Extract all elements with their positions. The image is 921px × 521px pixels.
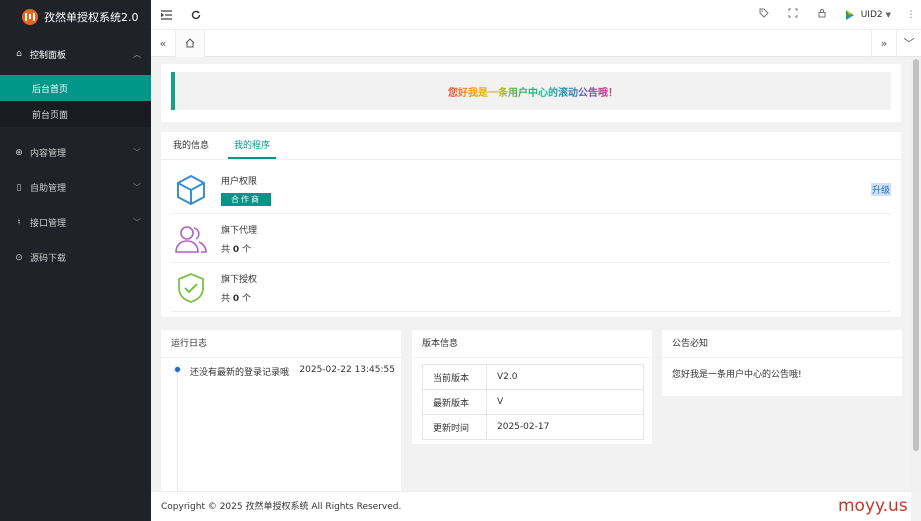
announcement-text: 您好我是一条用户中心的公告哦! <box>672 370 802 380</box>
lock-icon[interactable] <box>808 8 837 21</box>
sidebar-group-api[interactable]: ♮ 接口管理 ﹀ <box>0 205 151 240</box>
upgrade-link[interactable]: 升级 <box>870 183 891 196</box>
double-chevron-left-icon: « <box>159 36 167 50</box>
announcement-card-title: 公告必知 <box>662 330 902 358</box>
table-row: 最新版本 V <box>422 389 644 415</box>
agents-count: 共 0 个 <box>221 244 252 255</box>
download-icon: ⊙ <box>15 252 23 263</box>
timeline-line <box>177 366 178 506</box>
refresh-icon <box>191 10 201 19</box>
scrolling-notice: 您好我是一条用户中心的滚动公告哦！ <box>171 72 891 110</box>
caret-down-icon: ▼ <box>885 10 891 19</box>
tabs-scroll-left-button[interactable]: « <box>151 29 176 57</box>
agents-title: 旗下代理 <box>221 225 258 236</box>
version-card: 版本信息 当前版本 V2.0 最新版本 V 更新时间 2025-02-17 <box>412 330 652 444</box>
list-item-sub-agents: 旗下代理 共 0 个 <box>171 215 891 263</box>
more-vertical-icon[interactable]: ⋮ <box>901 10 921 20</box>
tab-home[interactable] <box>176 29 205 57</box>
chevron-down-icon: ﹀ <box>133 148 141 157</box>
watermark: moyy.us <box>838 496 908 516</box>
tabs-scroll-right-button[interactable]: » <box>871 29 896 57</box>
version-table: 当前版本 V2.0 最新版本 V 更新时间 2025-02-17 <box>422 364 644 440</box>
menu-toggle-button[interactable] <box>151 0 181 30</box>
main-content: 您好我是一条用户中心的滚动公告哦！ 我的信息 我的程序 用户权限 合作商 升级 … <box>151 57 911 521</box>
double-chevron-right-icon: » <box>880 36 888 50</box>
avatar <box>842 7 857 22</box>
program-tabs: 我的信息 我的程序 <box>161 132 901 160</box>
permission-title: 用户权限 <box>221 176 258 187</box>
cube-icon <box>177 174 205 205</box>
sidebar-group-control-panel[interactable]: ⌂ 控制面板 ︿ <box>0 33 151 75</box>
sidebar-item-source-download[interactable]: ⊙ 源码下载 <box>0 240 151 275</box>
tag-icon[interactable] <box>750 8 779 21</box>
program-card: 我的信息 我的程序 用户权限 合作商 升级 旗下代理 共 0 个 旗下授权 共 … <box>161 132 901 317</box>
notice-card: 您好我是一条用户中心的滚动公告哦！ <box>161 64 901 122</box>
announcement-card: 公告必知 您好我是一条用户中心的公告哦! <box>662 330 902 396</box>
main-scrollbar[interactable] <box>911 57 921 491</box>
sidebar-item-dashboard-home[interactable]: 后台首页 <box>0 75 151 101</box>
table-row: 更新时间 2025-02-17 <box>422 414 644 440</box>
log-entry: 还没有最新的登录记录哦 2025-02-22 13:45:55 <box>190 365 395 378</box>
scrollbar-thumb[interactable] <box>913 59 919 451</box>
top-header: UID2 ▼ ⋮ <box>151 0 921 30</box>
sidebar: 孜然单授权系统2.0 ⌂ 控制面板 ︿ 后台首页 前台页面 ⊕ 内容管理 ﹀ ▯… <box>0 0 151 521</box>
notice-text: 您好我是一条用户中心的滚动公告哦！ <box>448 84 618 99</box>
sidebar-submenu: 后台首页 前台页面 <box>0 75 151 127</box>
status-badge: 合作商 <box>221 192 271 206</box>
log-card-title: 运行日志 <box>161 330 401 358</box>
log-entry-text: 还没有最新的登录记录哦 <box>190 368 290 378</box>
hand-icon: ♮ <box>17 217 21 228</box>
fullscreen-icon[interactable] <box>779 8 808 21</box>
tabs-dropdown-button[interactable]: ﹀ <box>896 29 921 57</box>
user-menu[interactable]: UID2 ▼ <box>837 7 901 22</box>
user-name: UID2 <box>860 9 883 20</box>
tab-my-info[interactable]: 我的信息 <box>173 138 218 159</box>
timeline-dot <box>174 366 181 373</box>
logo-icon <box>22 8 38 25</box>
table-row: 当前版本 V2.0 <box>422 364 644 390</box>
licenses-title: 旗下授权 <box>221 274 258 285</box>
footer: Copyright © 2025 孜然单授权系统 All Rights Rese… <box>151 491 911 521</box>
tab-my-programs[interactable]: 我的程序 <box>228 138 277 159</box>
globe-icon: ⊕ <box>15 147 23 158</box>
version-card-title: 版本信息 <box>412 330 652 358</box>
sidebar-group-self-service[interactable]: ▯ 自助管理 ﹀ <box>0 170 151 205</box>
list-item-sub-licenses: 旗下授权 共 0 个 <box>171 264 891 312</box>
page-tabs-bar: « » ﹀ <box>151 29 921 57</box>
sidebar-item-front-page[interactable]: 前台页面 <box>0 101 151 127</box>
chevron-down-icon: ﹀ <box>133 218 141 227</box>
shield-check-icon <box>178 272 204 303</box>
chevron-down-icon: ﹀ <box>903 37 915 50</box>
list-item-user-permission: 用户权限 合作商 升级 <box>171 166 891 214</box>
chevron-down-icon: ﹀ <box>133 183 141 192</box>
refresh-button[interactable] <box>181 0 211 30</box>
log-entry-time: 2025-02-22 13:45:55 <box>299 365 395 375</box>
app-logo[interactable]: 孜然单授权系统2.0 <box>0 0 151 33</box>
home-icon: ⌂ <box>16 49 22 59</box>
sidebar-group-content[interactable]: ⊕ 内容管理 ﹀ <box>0 135 151 170</box>
chevron-up-icon: ︿ <box>133 49 141 59</box>
book-icon: ▯ <box>16 182 22 193</box>
app-title: 孜然单授权系统2.0 <box>44 10 139 24</box>
licenses-count: 共 0 个 <box>221 293 252 304</box>
users-icon <box>175 225 207 253</box>
home-icon <box>185 38 195 48</box>
log-card: 运行日志 还没有最新的登录记录哦 2025-02-22 13:45:55 <box>161 330 401 516</box>
indent-icon <box>160 9 172 20</box>
